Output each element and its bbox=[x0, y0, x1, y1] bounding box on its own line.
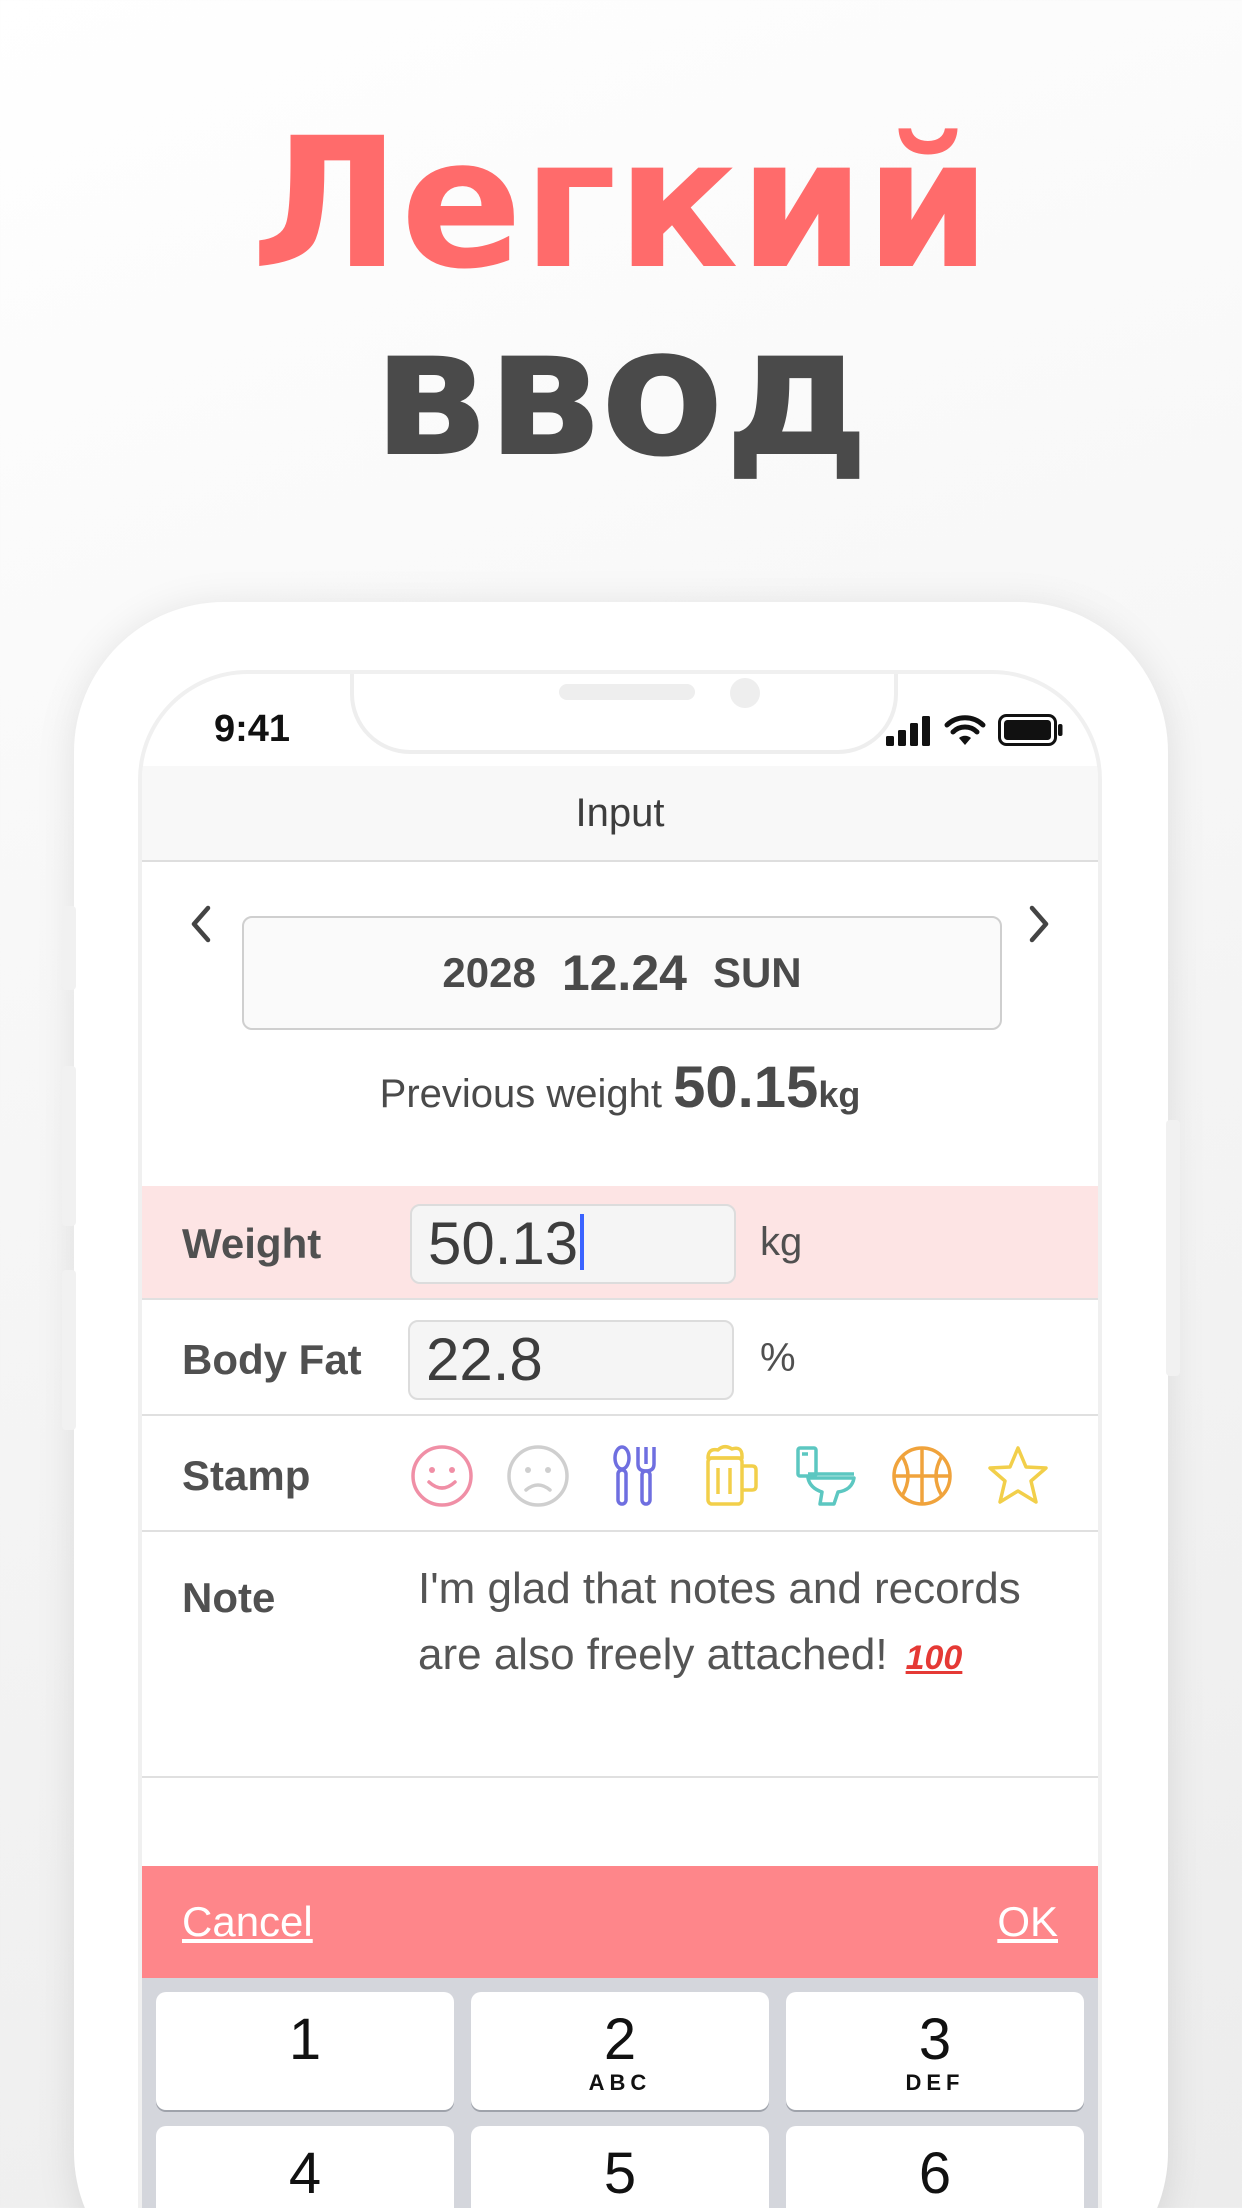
body-fat-input[interactable]: 22.8 bbox=[408, 1320, 734, 1400]
key-letters: DEF bbox=[905, 2070, 965, 2095]
previous-day-button[interactable] bbox=[176, 900, 224, 948]
basketball-icon[interactable] bbox=[890, 1444, 954, 1508]
hundred-points-icon: 100 bbox=[905, 1639, 963, 1677]
weight-unit: kg bbox=[760, 1220, 803, 1264]
note-row: Note I'm glad that notes and records are… bbox=[142, 1534, 1098, 1778]
input-toolbar: Cancel OK bbox=[142, 1866, 1098, 1978]
date-weekday: SUN bbox=[712, 949, 802, 996]
key-digit: 5 bbox=[603, 2141, 637, 2206]
status-icons bbox=[886, 712, 1064, 746]
body-fat-label: Body Fat bbox=[182, 1336, 362, 1383]
stamp-row: Stamp bbox=[142, 1418, 1098, 1532]
weight-input[interactable]: 50.13 bbox=[410, 1204, 736, 1284]
previous-weight-unit: kg bbox=[818, 1074, 861, 1115]
key-6[interactable]: 6 bbox=[786, 2126, 1084, 2208]
note-field[interactable]: I'm glad that notes and records are also… bbox=[418, 1556, 1058, 1691]
notch bbox=[350, 674, 898, 754]
key-digit: 3 bbox=[918, 2007, 952, 2072]
body-fat-unit: % bbox=[760, 1336, 796, 1380]
weight-value: 50.13 bbox=[428, 1210, 579, 1277]
stamp-list bbox=[410, 1444, 1050, 1508]
weight-row: Weight 50.13 kg bbox=[142, 1186, 1098, 1300]
text-cursor bbox=[580, 1214, 585, 1270]
body-fat-row: Body Fat 22.8 % bbox=[142, 1302, 1098, 1416]
front-camera bbox=[730, 678, 760, 708]
key-4[interactable]: 4 bbox=[156, 2126, 454, 2208]
nav-title: Input bbox=[575, 790, 665, 835]
date-display-button[interactable]: 2028 12.24 SUN bbox=[242, 916, 1002, 1030]
star-icon[interactable] bbox=[986, 1444, 1050, 1508]
battery-icon bbox=[998, 714, 1063, 746]
key-digit: 4 bbox=[288, 2141, 322, 2206]
phone-screen: 9:41 Input 2028 12.24 SUN Previous weigh… bbox=[138, 670, 1102, 2208]
previous-weight: Previous weight 50.15kg bbox=[142, 1054, 1098, 1121]
date-year: 2028 bbox=[442, 949, 536, 996]
numeric-keypad: 1 2 ABC 3 DEF 4 5 6 bbox=[142, 1978, 1098, 2208]
note-label: Note bbox=[182, 1574, 276, 1621]
phone-mute-switch bbox=[62, 906, 76, 990]
phone-power-button bbox=[1166, 1120, 1180, 1376]
status-time: 9:41 bbox=[214, 708, 291, 750]
key-5[interactable]: 5 bbox=[471, 2126, 769, 2208]
beer-icon[interactable] bbox=[698, 1444, 762, 1508]
frown-icon[interactable] bbox=[506, 1444, 570, 1508]
previous-weight-label: Previous weight bbox=[379, 1072, 663, 1116]
key-digit: 2 bbox=[603, 2007, 637, 2072]
key-letters: ABC bbox=[588, 2070, 652, 2095]
nav-bar: Input bbox=[142, 766, 1098, 862]
fork-spoon-icon[interactable] bbox=[602, 1444, 666, 1508]
key-1[interactable]: 1 bbox=[156, 1992, 454, 2110]
promo-headline-line1: Легкий bbox=[250, 100, 992, 309]
phone-volume-up bbox=[62, 1066, 76, 1226]
chevron-left-icon bbox=[191, 905, 211, 943]
chevron-right-icon bbox=[1029, 905, 1049, 943]
weight-label: Weight bbox=[182, 1220, 322, 1267]
key-3[interactable]: 3 DEF bbox=[786, 1992, 1084, 2110]
previous-weight-value: 50.15 bbox=[673, 1055, 819, 1120]
key-digit: 1 bbox=[288, 2007, 322, 2072]
phone-volume-down bbox=[62, 1270, 76, 1430]
key-2[interactable]: 2 ABC bbox=[471, 1992, 769, 2110]
next-day-button[interactable] bbox=[1016, 900, 1064, 948]
stamp-label: Stamp bbox=[182, 1452, 311, 1499]
toilet-icon[interactable] bbox=[794, 1444, 858, 1508]
smile-icon[interactable] bbox=[410, 1444, 474, 1508]
date-month-day: 12.24 bbox=[561, 945, 687, 1001]
date-selector: 2028 12.24 SUN bbox=[142, 864, 1098, 1030]
body-fat-value: 22.8 bbox=[426, 1326, 543, 1393]
promo-headline-line2: ввод bbox=[372, 288, 870, 497]
speaker bbox=[559, 684, 695, 700]
ok-button[interactable]: OK bbox=[997, 1898, 1058, 1946]
key-digit: 6 bbox=[918, 2141, 952, 2206]
cancel-button[interactable]: Cancel bbox=[182, 1898, 313, 1946]
signal-icon bbox=[886, 716, 930, 746]
wifi-icon bbox=[944, 715, 986, 745]
